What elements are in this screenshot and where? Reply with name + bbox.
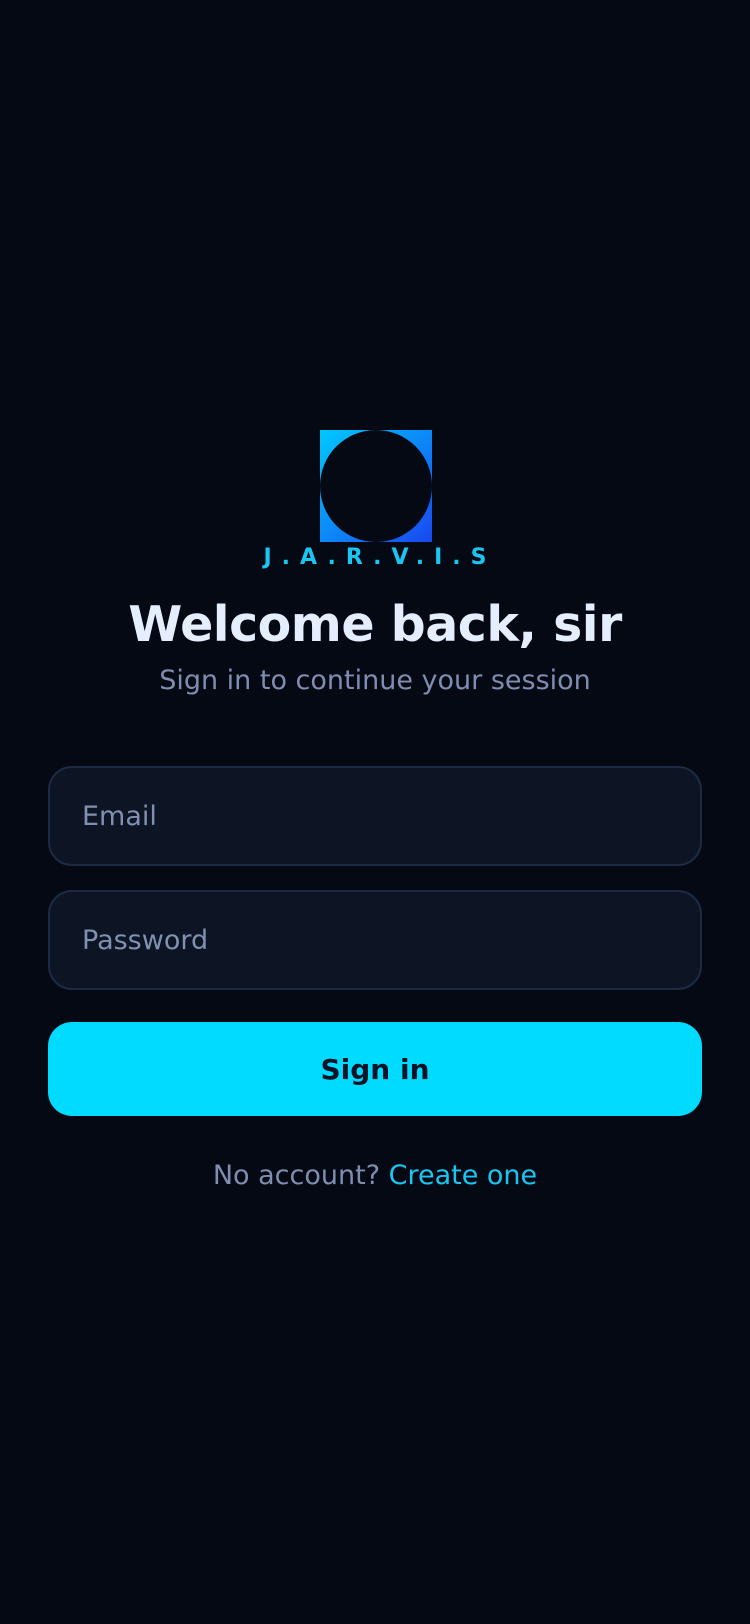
create-account-link[interactable]: Create one xyxy=(389,1160,538,1191)
logo-core-circle xyxy=(320,430,432,542)
page-title: Welcome back, sir xyxy=(128,596,622,653)
no-account-text: No account? xyxy=(212,1160,389,1191)
password-field[interactable] xyxy=(48,890,702,990)
login-screen: J.A.R.V.I.S Welcome back, sir Sign in to… xyxy=(0,0,750,1624)
email-field[interactable] xyxy=(48,766,702,866)
page-subtitle: Sign in to continue your session xyxy=(159,665,591,696)
signup-prompt: No account? Create one xyxy=(0,1156,750,1196)
sign-in-button[interactable]: Sign in xyxy=(48,1022,702,1116)
brand-name: J.A.R.V.I.S xyxy=(263,545,497,570)
jarvis-logo-icon xyxy=(320,430,432,542)
